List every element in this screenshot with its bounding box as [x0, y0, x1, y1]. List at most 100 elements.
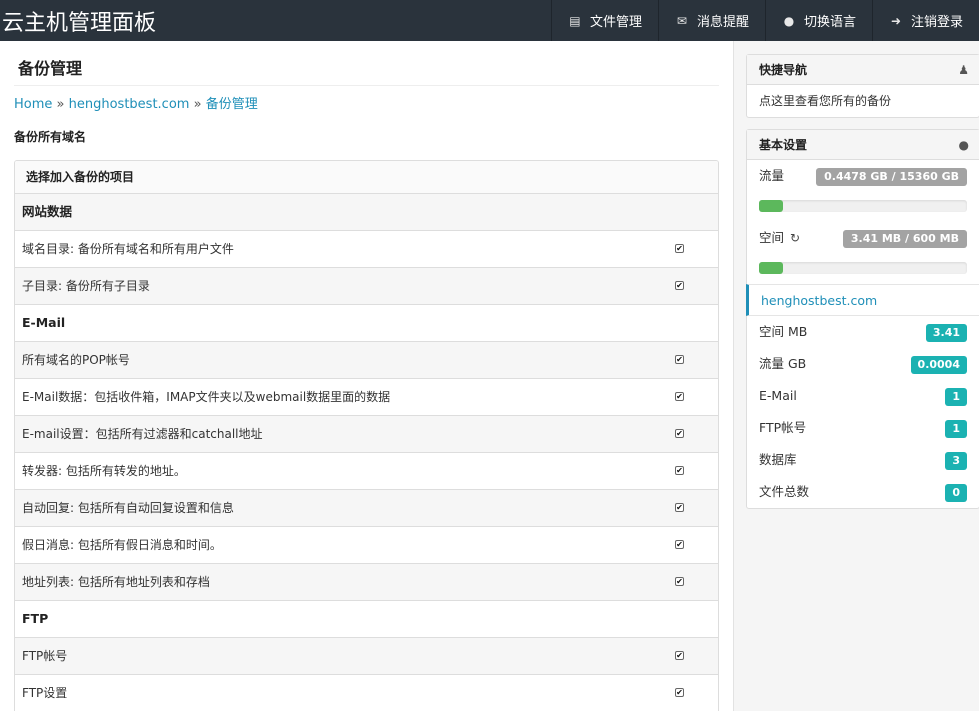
stat-value-badge: 0 [945, 484, 967, 502]
nav-language-label: 切换语言 [803, 15, 856, 30]
nav-logout[interactable]: ➜ 注销登录 [871, 0, 979, 41]
traffic-progress-fill [759, 200, 783, 212]
stat-value-badge: 1 [945, 420, 967, 438]
top-navbar: 云主机管理面板 ▤ 文件管理 ✉ 消息提醒 ● 切换语言 ➜ 注销登录 [0, 0, 979, 41]
backup-item-label: E-Mail数据：包括收件箱，IMAP文件夹以及webmail数据里面的数据 [22, 390, 391, 404]
backup-item-checkbox[interactable]: ✔ [675, 577, 684, 586]
quicknav-header: 快捷导航 ♟ [747, 55, 979, 85]
backup-item-checkbox[interactable]: ✔ [675, 688, 684, 697]
backup-item-row: E-mail设置：包括所有过滤器和catchall地址 ✔ [15, 416, 718, 453]
logout-icon: ➜ [890, 13, 902, 28]
quicknav-title: 快捷导航 [759, 63, 808, 77]
main-content: 备份管理 Home » henghostbest.com » 备份管理 备份所有… [0, 41, 733, 711]
backup-item-checkbox[interactable]: ✔ [675, 540, 684, 549]
backup-item-checkbox[interactable]: ✔ [675, 651, 684, 660]
stat-label: 流量 GB [759, 356, 807, 371]
backup-item-checkbox[interactable]: ✔ [675, 466, 684, 475]
backup-items-list: 网站数据 域名目录: 备份所有域名和所有用户文件 ✔ 子目录: 备份所有子目录 ✔ E-M… [15, 194, 718, 711]
section-label: 备份所有域名 [14, 130, 87, 144]
space-progress-track [759, 262, 967, 274]
group-label: E-Mail [22, 315, 66, 330]
globe-icon: ● [783, 13, 795, 28]
stat-row: 流量 GB 0.0004 [747, 348, 979, 380]
breadcrumb-sep: » [193, 97, 202, 112]
traffic-row: 流量 0.4478 GB / 15360 GB [747, 160, 979, 192]
backup-item-checkbox[interactable]: ✔ [675, 503, 684, 512]
backup-item-row: 自动回复: 包括所有自动回复设置和信息 ✔ [15, 490, 718, 527]
stats-list: 空间 MB 3.41 流量 GB 0.0004 E-Mail 1 FTP帐号 1 数据库 3 文件总… [747, 316, 979, 508]
space-progress-fill [759, 262, 783, 274]
backup-item-label: FTP设置 [22, 686, 68, 700]
breadcrumb-home[interactable]: Home [14, 97, 52, 112]
traffic-progress [747, 192, 979, 222]
space-progress [747, 254, 979, 284]
settings-box: 基本设置 ● 流量 0.4478 GB / 15360 GB 空间 ↻ 3.41 … [746, 129, 979, 509]
space-row: 空间 ↻ 3.41 MB / 600 MB [747, 222, 979, 254]
stat-value-badge: 3 [945, 452, 967, 470]
stat-value-badge: 1 [945, 388, 967, 406]
space-label: 空间 [759, 230, 785, 245]
stat-label: E-Mail [759, 388, 797, 403]
view-backups-link[interactable]: 点这里查看您所有的备份 [747, 85, 979, 117]
nav-file-manager-label: 文件管理 [589, 15, 642, 30]
envelope-icon: ✉ [676, 13, 687, 28]
stat-label: 数据库 [759, 452, 797, 467]
nav-logout-label: 注销登录 [910, 15, 963, 30]
stat-value-badge: 3.41 [925, 324, 967, 342]
panel-title: 选择加入备份的项目 [15, 161, 718, 194]
space-value-badge: 3.41 MB / 600 MB [842, 230, 967, 248]
backup-item-row: 地址列表: 包括所有地址列表和存档 ✔ [15, 564, 718, 601]
nav-file-manager[interactable]: ▤ 文件管理 [550, 0, 658, 41]
nav-messages[interactable]: ✉ 消息提醒 [657, 0, 765, 41]
backup-item-row: 转发器: 包括所有转发的地址。 ✔ [15, 453, 718, 490]
backup-item-row: FTP帐号 ✔ [15, 638, 718, 675]
backup-item-label: 子目录: 备份所有子目录 [22, 279, 150, 293]
top-nav: ▤ 文件管理 ✉ 消息提醒 ● 切换语言 ➜ 注销登录 [550, 0, 979, 41]
group-header-row: 网站数据 [15, 194, 718, 231]
stat-row: 数据库 3 [747, 444, 979, 476]
breadcrumb-current[interactable]: 备份管理 [206, 97, 258, 112]
stat-label: 文件总数 [759, 484, 810, 499]
stat-label: FTP帐号 [759, 420, 807, 435]
quicknav-box: 快捷导航 ♟ 点这里查看您所有的备份 [746, 54, 979, 118]
settings-title: 基本设置 [759, 138, 808, 152]
page-title: 备份管理 [18, 59, 83, 78]
backup-item-label: 所有域名的POP帐号 [22, 353, 130, 367]
backup-item-row: E-Mail数据：包括收件箱，IMAP文件夹以及webmail数据里面的数据 ✔ [15, 379, 718, 416]
traffic-progress-track [759, 200, 967, 212]
backup-item-checkbox[interactable]: ✔ [675, 429, 684, 438]
refresh-icon[interactable]: ↻ [790, 222, 800, 254]
nav-language[interactable]: ● 切换语言 [764, 0, 872, 41]
backup-item-row: 子目录: 备份所有子目录 ✔ [15, 268, 718, 305]
breadcrumb-domain[interactable]: henghostbest.com [69, 97, 190, 112]
backup-item-row: FTP设置 ✔ [15, 675, 718, 711]
backup-item-label: 假日消息: 包括所有假日消息和时间。 [22, 538, 222, 552]
group-label: FTP [22, 611, 49, 626]
group-header-row: E-Mail [15, 305, 718, 342]
brand-title[interactable]: 云主机管理面板 [2, 5, 156, 37]
backup-item-label: 地址列表: 包括所有地址列表和存档 [22, 575, 210, 589]
backup-item-checkbox[interactable]: ✔ [675, 392, 684, 401]
backup-item-label: 转发器: 包括所有转发的地址。 [22, 464, 186, 478]
stat-row: 空间 MB 3.41 [747, 316, 979, 348]
backup-item-checkbox[interactable]: ✔ [675, 244, 684, 253]
domain-link[interactable]: henghostbest.com [746, 284, 979, 316]
group-label: 网站数据 [22, 204, 73, 219]
backup-item-label: 域名目录: 备份所有域名和所有用户文件 [22, 242, 234, 256]
sidebar: 快捷导航 ♟ 点这里查看您所有的备份 基本设置 ● 流量 0.4478 GB /… [733, 41, 979, 711]
breadcrumb-sep: » [56, 97, 65, 112]
backup-item-checkbox[interactable]: ✔ [675, 281, 684, 290]
traffic-label: 流量 [759, 168, 785, 183]
breadcrumb: Home » henghostbest.com » 备份管理 [14, 93, 258, 112]
stat-row: 文件总数 0 [747, 476, 979, 508]
file-icon: ▤ [569, 13, 581, 28]
settings-header: 基本设置 ● [747, 130, 979, 160]
stat-row: FTP帐号 1 [747, 412, 979, 444]
backup-item-checkbox[interactable]: ✔ [675, 355, 684, 364]
stat-value-badge: 0.0004 [910, 356, 967, 374]
stat-label: 空间 MB [759, 324, 808, 339]
globe-icon: ● [958, 138, 969, 152]
title-divider [14, 85, 719, 86]
backup-item-row: 假日消息: 包括所有假日消息和时间。 ✔ [15, 527, 718, 564]
backup-item-label: E-mail设置：包括所有过滤器和catchall地址 [22, 427, 263, 441]
